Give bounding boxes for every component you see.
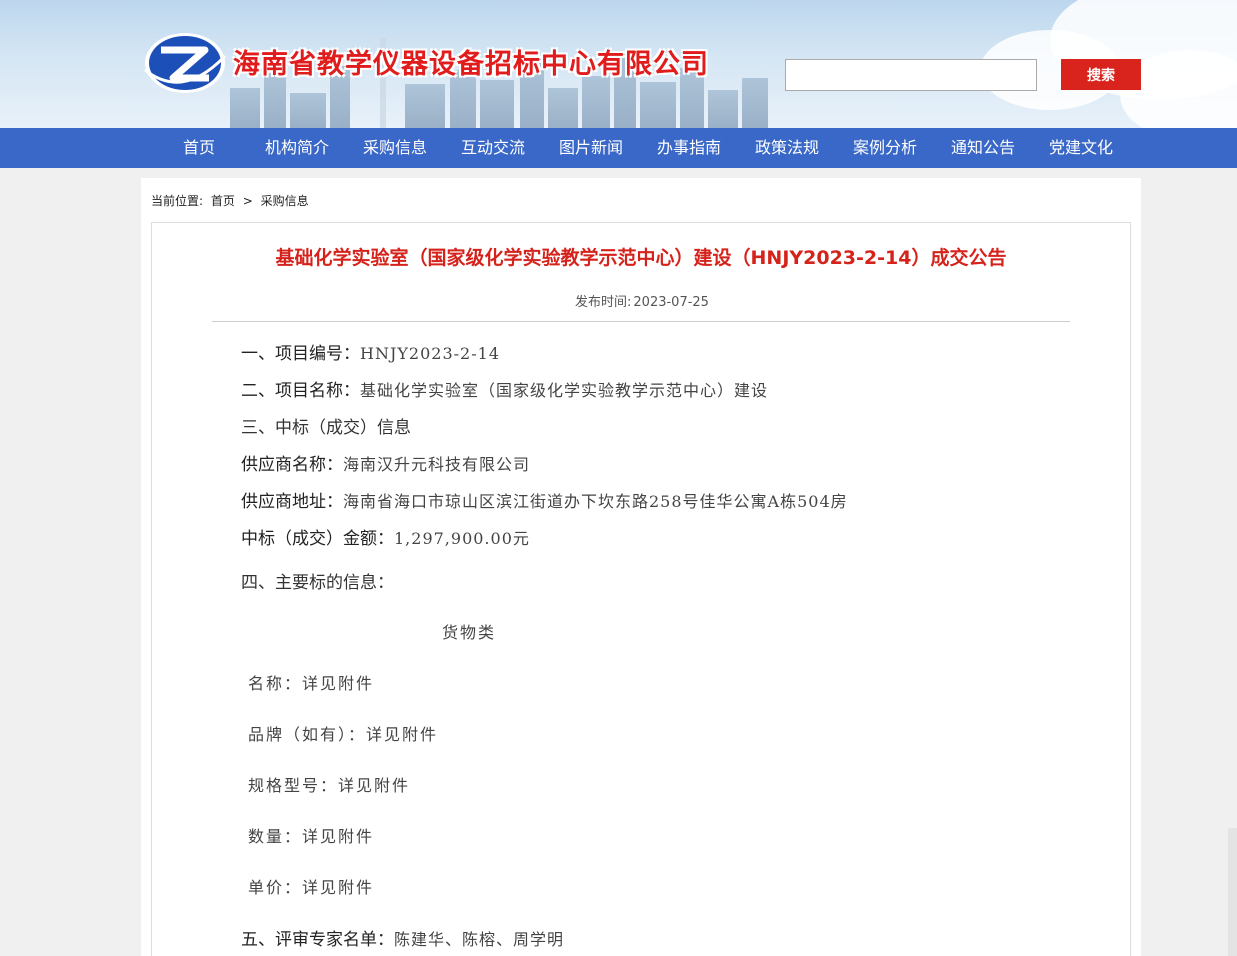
nav-item-guide[interactable]: 办事指南 bbox=[640, 128, 738, 168]
supplier-name-value: 海南汉升元科技有限公司 bbox=[343, 455, 531, 474]
goods-quantity: 数量：详见附件 bbox=[248, 827, 375, 846]
supplier-name-label: 供应商名称： bbox=[241, 455, 343, 475]
experts-label: 五、评审专家名单： bbox=[241, 930, 394, 950]
site-title[interactable]: 海南省教学仪器设备招标中心有限公司 bbox=[233, 42, 709, 81]
goods-unit-price: 单价：详见附件 bbox=[248, 878, 375, 897]
scrollbar[interactable] bbox=[1228, 828, 1237, 956]
amount-row: 中标（成交）金额：1,297,900.00元 bbox=[241, 524, 530, 549]
supplier-address-label: 供应商地址： bbox=[241, 492, 343, 512]
date-value: 2023-07-25 bbox=[633, 295, 709, 310]
breadcrumb-current-link[interactable]: 采购信息 bbox=[261, 194, 309, 208]
project-name-label: 二、项目名称： bbox=[241, 381, 360, 401]
nav-item-policy[interactable]: 政策法规 bbox=[738, 128, 836, 168]
header-banner: 海南省教学仪器设备招标中心有限公司 搜索 bbox=[0, 0, 1237, 128]
project-name-row: 二、项目名称：基础化学实验室（国家级化学实验教学示范中心）建设 bbox=[241, 376, 768, 401]
section-4-heading: 四、主要标的信息： bbox=[241, 573, 394, 593]
supplier-address-value: 海南省海口市琼山区滨江街道办下坎东路258号佳华公寓A栋504房 bbox=[343, 492, 848, 511]
project-no-label: 一、项目编号： bbox=[241, 344, 360, 364]
content-panel: 当前位置: 首页 > 采购信息 基础化学实验室（国家级化学实验教学示范中心）建设… bbox=[141, 178, 1141, 956]
experts-value: 陈建华、陈榕、周学明 bbox=[394, 930, 565, 949]
breadcrumb: 当前位置: 首页 > 采购信息 bbox=[151, 192, 313, 209]
nav-item-cases[interactable]: 案例分析 bbox=[836, 128, 934, 168]
amount-value: 1,297,900.00元 bbox=[394, 529, 530, 548]
date-label: 发布时间: bbox=[575, 295, 632, 310]
article-date: 发布时间: 2023-07-25 bbox=[152, 291, 1130, 310]
experts-row: 五、评审专家名单：陈建华、陈榕、周学明 bbox=[241, 925, 564, 950]
goods-spec: 规格型号：详见附件 bbox=[248, 776, 411, 795]
nav-item-home[interactable]: 首页 bbox=[150, 128, 248, 168]
article-title: 基础化学实验室（国家级化学实验教学示范中心）建设（HNJY2023-2-14）成… bbox=[275, 247, 1007, 269]
search-button[interactable]: 搜索 bbox=[1061, 59, 1141, 90]
search-input[interactable] bbox=[785, 59, 1037, 91]
logo-icon[interactable] bbox=[143, 30, 227, 96]
nav-item-about[interactable]: 机构简介 bbox=[248, 128, 346, 168]
title-divider bbox=[212, 321, 1070, 322]
project-name-value: 基础化学实验室（国家级化学实验教学示范中心）建设 bbox=[360, 381, 769, 400]
breadcrumb-separator: > bbox=[242, 194, 253, 208]
supplier-address-row: 供应商地址：海南省海口市琼山区滨江街道办下坎东路258号佳华公寓A栋504房 bbox=[241, 487, 848, 512]
amount-label: 中标（成交）金额： bbox=[241, 529, 394, 549]
goods-name: 名称：详见附件 bbox=[248, 674, 375, 693]
nav-item-party-culture[interactable]: 党建文化 bbox=[1032, 128, 1130, 168]
nav-item-photo-news[interactable]: 图片新闻 bbox=[542, 128, 640, 168]
project-no-row: 一、项目编号：HNJY2023-2-14 bbox=[241, 339, 500, 364]
goods-brand: 品牌（如有）：详见附件 bbox=[248, 725, 439, 744]
breadcrumb-label: 当前位置: bbox=[151, 194, 204, 208]
main-nav: 首页 机构简介 采购信息 互动交流 图片新闻 办事指南 政策法规 案例分析 通知… bbox=[0, 128, 1237, 168]
nav-item-notices[interactable]: 通知公告 bbox=[934, 128, 1032, 168]
nav-item-interaction[interactable]: 互动交流 bbox=[444, 128, 542, 168]
section-3-heading: 三、中标（成交）信息 bbox=[241, 418, 411, 438]
goods-type: 货物类 bbox=[442, 623, 497, 642]
nav-item-procurement[interactable]: 采购信息 bbox=[346, 128, 444, 168]
project-no-value: HNJY2023-2-14 bbox=[360, 344, 500, 363]
supplier-name-row: 供应商名称：海南汉升元科技有限公司 bbox=[241, 450, 530, 475]
article: 基础化学实验室（国家级化学实验教学示范中心）建设（HNJY2023-2-14）成… bbox=[151, 222, 1131, 956]
breadcrumb-home-link[interactable]: 首页 bbox=[211, 194, 235, 208]
